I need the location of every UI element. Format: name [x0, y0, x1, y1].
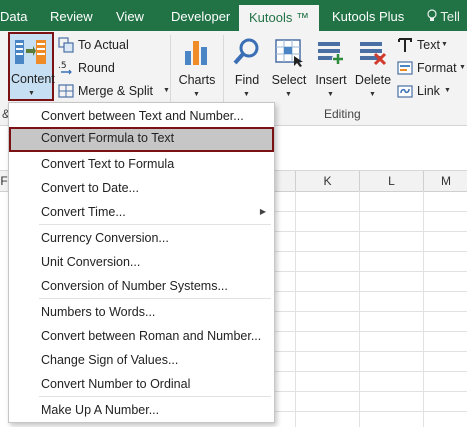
menu-item-number-to-ordinal[interactable]: Convert Number to Ordinal — [9, 373, 274, 395]
menu-separator — [39, 298, 271, 299]
gridline — [275, 371, 467, 372]
to-actual-label: To Actual — [78, 38, 129, 52]
menu-item-convert-text-to-formula[interactable]: Convert Text to Formula — [9, 153, 274, 175]
charts-icon — [185, 41, 207, 65]
gridline — [275, 411, 467, 412]
gridline — [275, 211, 467, 212]
ribbon-tab-bar: Data Review View Developer Kutools ™ Kut… — [0, 0, 467, 31]
select-button[interactable]: Select ▼ — [265, 33, 313, 103]
tell-me-box[interactable]: Tell — [427, 0, 460, 31]
merge-split-icon — [58, 84, 74, 98]
column-header-k[interactable]: K — [295, 171, 359, 191]
menu-item-number-systems[interactable]: Conversion of Number Systems... — [9, 275, 274, 297]
menu-separator — [39, 396, 271, 397]
delete-label: Delete — [354, 73, 392, 87]
menu-item-convert-formula-to-text[interactable]: Convert Formula to Text — [9, 127, 274, 152]
chevron-down-icon: ▼ — [459, 64, 466, 71]
menu-item-convert-to-date[interactable]: Convert to Date... — [9, 177, 274, 199]
format-icon — [397, 61, 413, 75]
menu-item-convert-time[interactable]: Convert Time... ▶ — [9, 201, 274, 223]
gridline — [275, 351, 467, 352]
content-button[interactable]: Content ▼ — [8, 32, 55, 101]
tell-me-label: Tell — [440, 9, 460, 24]
group-label-editing: Editing — [324, 107, 361, 121]
magnifier-icon — [233, 38, 259, 65]
tab-kutools[interactable]: Kutools ™ — [239, 5, 319, 31]
chevron-down-icon: ▼ — [441, 41, 448, 48]
column-header-m[interactable]: M — [423, 171, 467, 191]
chevron-right-icon: ▶ — [259, 207, 266, 216]
chevron-down-icon: ▼ — [327, 91, 334, 98]
find-label: Find — [234, 73, 260, 87]
content-convert-icon — [15, 40, 46, 64]
tab-view[interactable]: View — [116, 0, 144, 31]
gridline — [275, 311, 467, 312]
chevron-down-icon: ▼ — [369, 91, 376, 98]
gridline — [275, 331, 467, 332]
format-label: Format — [417, 61, 457, 75]
round-label: Round — [78, 61, 115, 75]
insert-label: Insert — [315, 73, 347, 87]
chevron-down-icon: ▼ — [444, 87, 451, 94]
column-header-l[interactable]: L — [359, 171, 423, 191]
tab-developer[interactable]: Developer — [171, 0, 230, 31]
link-label: Link — [417, 84, 440, 98]
insert-button[interactable]: Insert ▼ — [307, 33, 355, 103]
delete-icon — [360, 42, 387, 66]
menu-item-numbers-to-words[interactable]: Numbers to Words... — [9, 301, 274, 323]
find-button[interactable]: Find ▼ — [223, 33, 271, 103]
gridline — [275, 291, 467, 292]
insert-icon — [318, 42, 344, 65]
menu-item-change-sign[interactable]: Change Sign of Values... — [9, 349, 274, 371]
svg-text:.5: .5 — [58, 61, 67, 71]
gridline — [275, 391, 467, 392]
to-actual-icon — [58, 37, 74, 53]
gridline — [275, 251, 467, 252]
tab-data[interactable]: Data — [0, 0, 27, 31]
chevron-down-icon: ▼ — [193, 91, 200, 98]
menu-item-unit-conversion[interactable]: Unit Conversion... — [9, 251, 274, 273]
select-label: Select — [271, 73, 307, 87]
tab-kutools-plus[interactable]: Kutools Plus — [332, 0, 404, 31]
menu-item-convert-time-label: Convert Time... — [41, 205, 126, 219]
round-icon: .5 — [58, 61, 72, 75]
column-header-f[interactable]: F — [0, 171, 8, 191]
menu-item-roman-number[interactable]: Convert between Roman and Number... — [9, 325, 274, 347]
chevron-down-icon: ▼ — [163, 87, 170, 94]
charts-label: Charts — [178, 73, 216, 87]
lightbulb-icon — [427, 9, 437, 21]
gridline — [275, 271, 467, 272]
tab-review[interactable]: Review — [50, 0, 93, 31]
text-t-icon — [398, 38, 412, 52]
select-grid-icon — [275, 39, 303, 67]
chevron-down-icon: ▼ — [243, 91, 250, 98]
menu-item-convert-text-number[interactable]: Convert between Text and Number... — [9, 105, 274, 127]
menu-item-currency-conversion[interactable]: Currency Conversion... — [9, 227, 274, 249]
menu-item-make-up-number[interactable]: Make Up A Number... — [9, 399, 274, 421]
chevron-down-icon: ▼ — [285, 91, 292, 98]
gridline — [275, 231, 467, 232]
link-icon — [397, 85, 413, 98]
text-label: Text — [417, 38, 440, 52]
chevron-down-icon: ▼ — [28, 90, 35, 97]
delete-button[interactable]: Delete ▼ — [349, 33, 397, 103]
menu-separator — [39, 224, 271, 225]
merge-split-label: Merge & Split — [78, 84, 154, 98]
content-dropdown-menu: Convert between Text and Number... Conve… — [8, 102, 275, 423]
charts-button[interactable]: Charts ▼ — [173, 33, 221, 103]
content-label: Content — [11, 72, 55, 86]
